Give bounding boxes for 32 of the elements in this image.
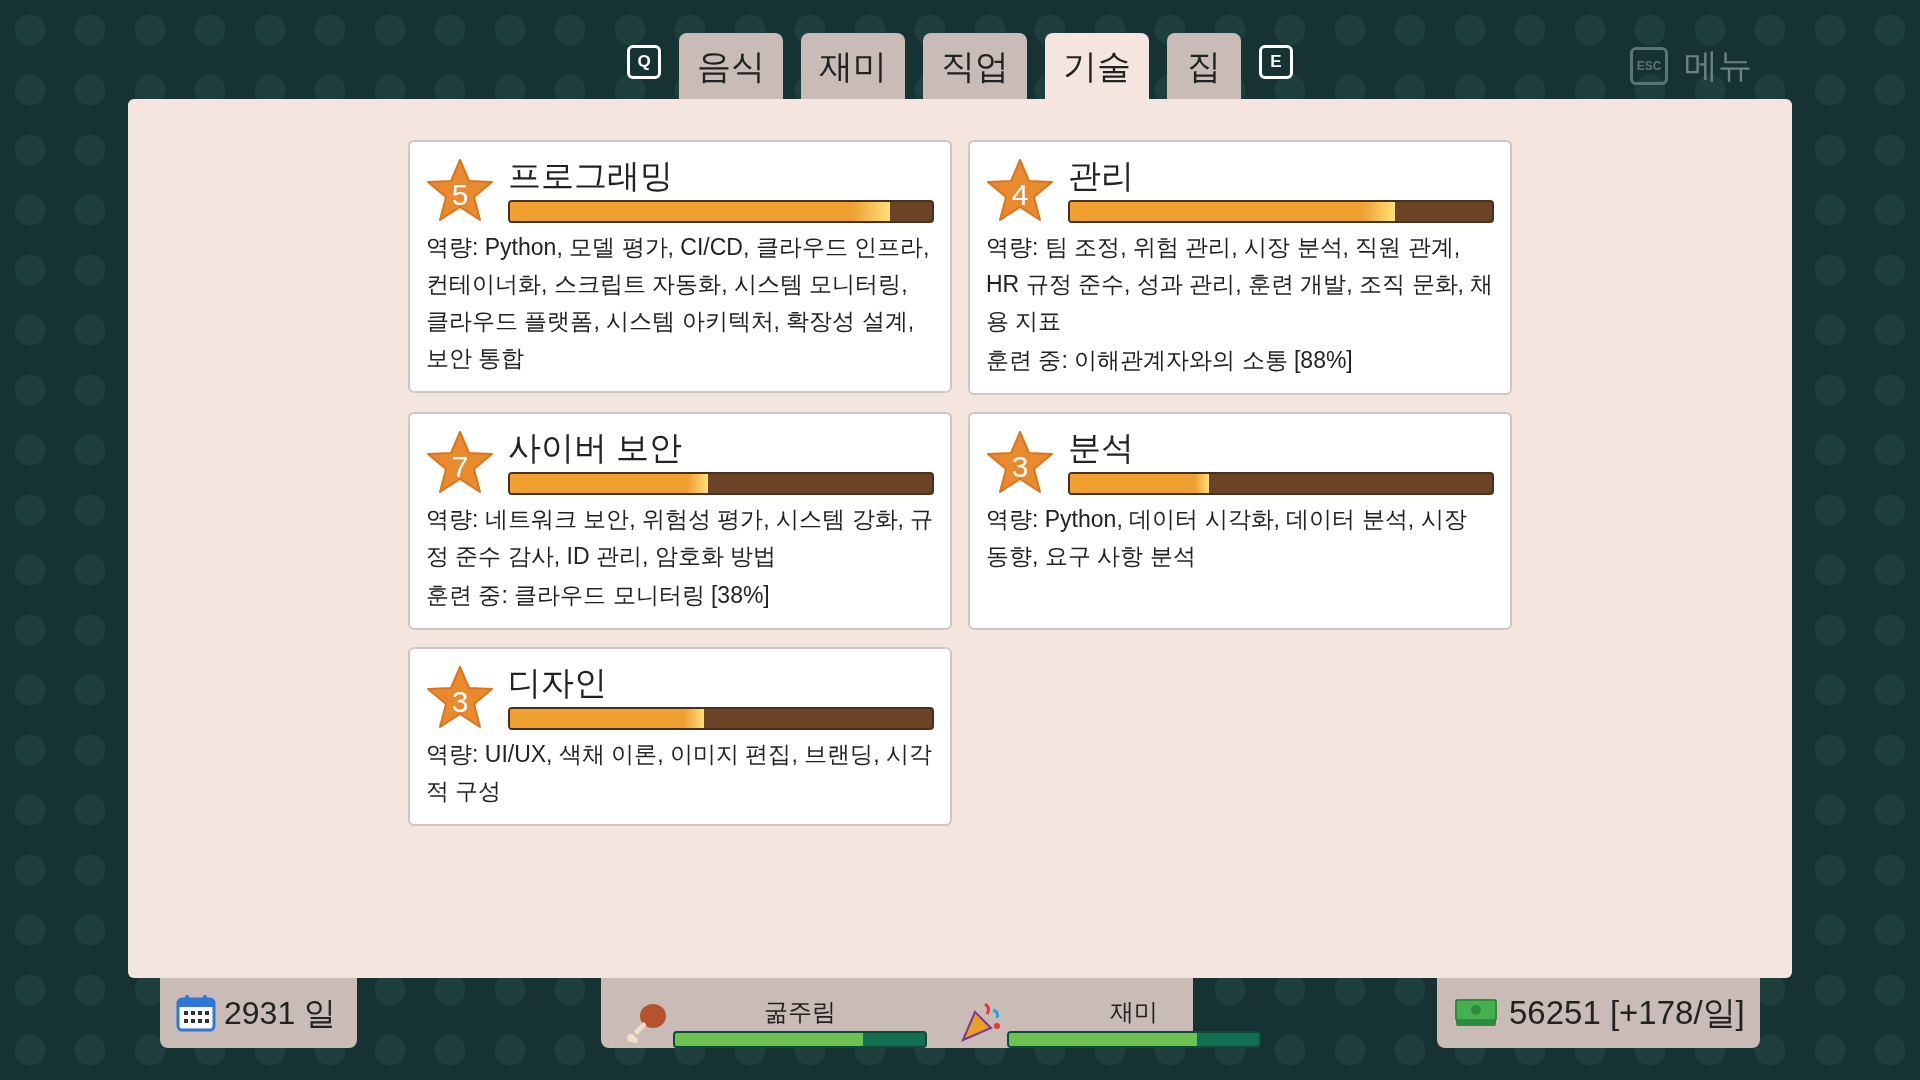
rank-badge: 5 [426, 158, 494, 222]
tab[interactable]: 음식 [679, 33, 783, 99]
key-hint: ESC [1630, 46, 1668, 85]
tab[interactable]: 직업 [923, 33, 1027, 99]
need-label: 굶주림 [764, 997, 836, 1027]
skill-title: 디자인 [508, 663, 608, 703]
skill-description: 역량: UI/UX, 색채 이론, 이미지 편집, 브랜딩, 시각적 구성 [426, 740, 934, 806]
rank-badge: 3 [986, 430, 1054, 494]
skill-description: 역량: 팀 조정, 위험 관리, 시장 분석, 직원 관계, HR 규정 준수, 성과 관리, 훈련 개발, 조직 문화, 채용 지표 [986, 233, 1494, 336]
skill-description: 역량: Python, 모델 평가, CI/CD, 클라우드 인프라, 컨테이너화, 스크립트 자동화, 시스템 모니터링, 클라우드 플랫폼, 시스템 아키텍처, 확장성 설계, 보안 통합 [426, 233, 931, 373]
rank-badge: 3 [426, 665, 494, 729]
money-amount: 56251 [+178/일] [1509, 993, 1745, 1034]
day-counter: 2931 일 [224, 994, 337, 1033]
skill-title: 프로그래밍 [508, 156, 674, 196]
skill-title: 사이버 보안 [508, 428, 684, 468]
tab[interactable]: 기술 [1045, 33, 1149, 99]
tab[interactable]: 집 [1167, 33, 1241, 99]
training-status: 훈련 중: 클라우드 모니터링 [38%] [426, 581, 771, 610]
skill-title: 관리 [1068, 156, 1135, 196]
rank-badge: 7 [426, 430, 494, 494]
need-label: 재미 [1110, 997, 1158, 1027]
rank-badge: 4 [986, 158, 1054, 222]
tab[interactable]: 재미 [801, 33, 905, 99]
key-hint: E [1259, 45, 1293, 79]
party-popper-icon [959, 1000, 1003, 1044]
cash-icon [1455, 998, 1497, 1028]
key-hint: Q [627, 45, 661, 79]
skill-description: 역량: Python, 데이터 시각화, 데이터 분석, 시장 동향, 요구 사항 분석 [986, 505, 1468, 571]
calendar-icon [176, 994, 216, 1032]
skill-title: 분석 [1068, 428, 1135, 468]
skill-description: 역량: 네트워크 보안, 위험성 평가, 시스템 강화, 규정 준수 감사, ID 관리, 암호화 방법 [426, 505, 934, 571]
training-status: 훈련 중: 이해관계자와의 소통 [88%] [986, 346, 1354, 375]
